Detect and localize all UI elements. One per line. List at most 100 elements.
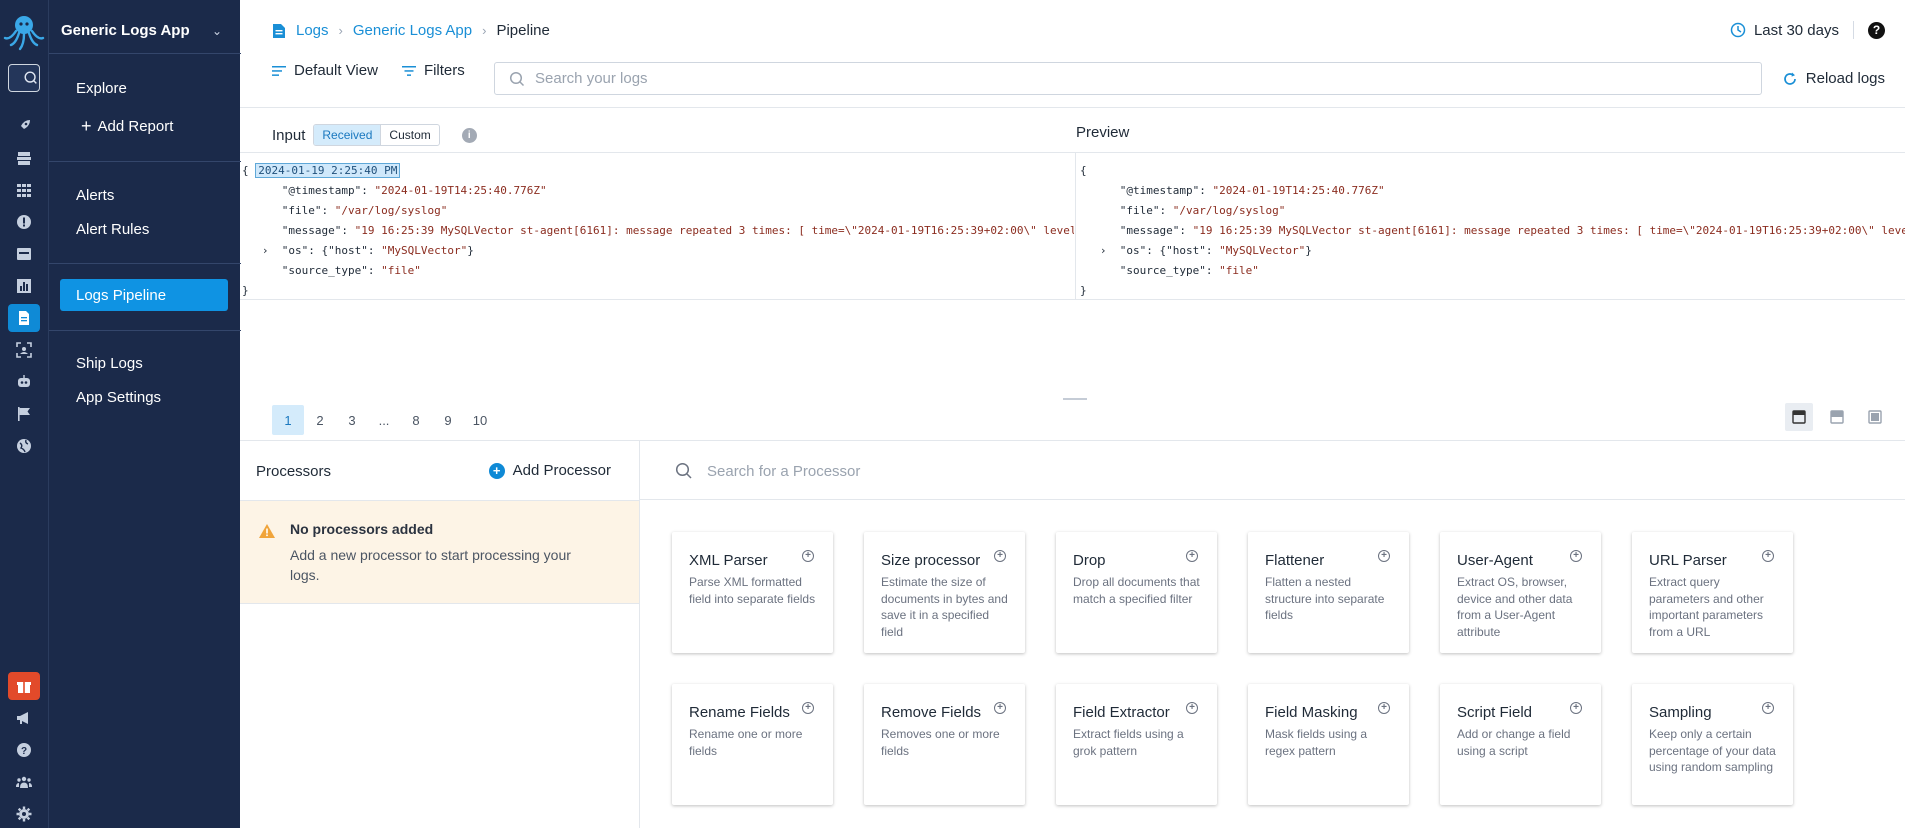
- json-value: "19 16:25:39 MySQLVector st-agent[6161]:…: [1192, 224, 1905, 237]
- breadcrumb-logs[interactable]: Logs: [296, 22, 329, 39]
- add-circle-icon[interactable]: +: [1762, 550, 1774, 562]
- robot-icon[interactable]: [8, 368, 40, 396]
- chevron-down-icon[interactable]: ⌄: [212, 24, 222, 38]
- processor-card-description: Estimate the size of documents in bytes …: [881, 575, 1008, 639]
- json-value: "/var/log/syslog": [334, 204, 448, 217]
- nav-item-ship-logs[interactable]: Ship Logs: [76, 355, 143, 372]
- page-button[interactable]: 2: [304, 405, 336, 435]
- processor-card[interactable]: Size processor Estimate the size of docum…: [864, 532, 1025, 653]
- time-range-label: Last 30 days: [1753, 21, 1839, 39]
- custom-tab[interactable]: Custom: [381, 125, 438, 145]
- add-circle-icon[interactable]: +: [994, 550, 1006, 562]
- add-circle-icon[interactable]: +: [1186, 550, 1198, 562]
- stack-icon[interactable]: [8, 144, 40, 172]
- help-icon[interactable]: ?: [8, 736, 40, 764]
- json-value: "19 16:25:39 MySQLVector st-agent[6161]:…: [354, 224, 1074, 237]
- filters-button[interactable]: Filters: [401, 62, 465, 79]
- processor-search-divider: [640, 499, 1905, 500]
- page-button[interactable]: 9: [432, 405, 464, 435]
- received-tab[interactable]: Received: [314, 125, 382, 145]
- nav-item-alerts[interactable]: Alerts: [76, 187, 114, 204]
- processor-card[interactable]: Drop Drop all documents that match a spec…: [1056, 532, 1217, 653]
- page-button[interactable]: 3: [336, 405, 368, 435]
- help-icon[interactable]: ?: [1868, 21, 1885, 39]
- page-button[interactable]: 10: [464, 405, 496, 435]
- grid-icon[interactable]: [8, 176, 40, 204]
- page-button[interactable]: 8: [400, 405, 432, 435]
- add-processor-button[interactable]: + Add Processor: [488, 462, 611, 479]
- layout-split-icon[interactable]: [1823, 403, 1851, 431]
- add-circle-icon[interactable]: +: [802, 702, 814, 714]
- app-name[interactable]: Generic Logs App: [61, 22, 190, 39]
- add-circle-icon[interactable]: +: [994, 702, 1006, 714]
- team-icon[interactable]: [8, 768, 40, 796]
- processor-card[interactable]: Field Extractor Extract fields using a gr…: [1056, 684, 1217, 805]
- add-circle-icon[interactable]: +: [1570, 550, 1582, 562]
- layout-switcher: [1785, 403, 1889, 431]
- processor-card[interactable]: Remove Fields Removes one or more fields +: [864, 684, 1025, 805]
- search-icon: [675, 462, 692, 479]
- add-circle-icon[interactable]: +: [1186, 702, 1198, 714]
- nav-divider: [49, 330, 241, 331]
- nav-item-alert-rules[interactable]: Alert Rules: [76, 221, 149, 238]
- json-value: "2024-01-19T14:25:40.776Z": [1212, 184, 1385, 197]
- input-json-viewer[interactable]: { 2024-01-19 2:25:40 PM "@timestamp": "2…: [242, 161, 1074, 301]
- reload-logs-button[interactable]: Reload logs: [1782, 70, 1885, 87]
- time-range-picker[interactable]: Last 30 days: [1730, 22, 1839, 39]
- breadcrumb-app[interactable]: Generic Logs App: [353, 22, 472, 39]
- processor-card-title: Sampling: [1649, 704, 1712, 721]
- processor-card-title: Field Extractor: [1073, 704, 1170, 721]
- json-value: {"host":: [321, 244, 382, 257]
- processor-card[interactable]: XML Parser Parse XML formatted field into…: [672, 532, 833, 653]
- processor-card[interactable]: Flattener Flatten a nested structure into…: [1248, 532, 1409, 653]
- globe-icon[interactable]: [8, 432, 40, 460]
- nav-item-explore[interactable]: Explore: [76, 80, 127, 97]
- document-icon[interactable]: [8, 304, 40, 332]
- scan-icon[interactable]: [8, 336, 40, 364]
- panel-header-divider: [240, 152, 1905, 153]
- add-circle-icon[interactable]: +: [802, 550, 814, 562]
- gift-icon[interactable]: [8, 672, 40, 700]
- layout-top-icon[interactable]: [1785, 403, 1813, 431]
- processor-card-description: Rename one or more fields: [689, 727, 803, 758]
- rocket-icon[interactable]: [8, 112, 40, 140]
- add-report-button[interactable]: + Add Report: [81, 117, 173, 135]
- flag-icon[interactable]: [8, 400, 40, 428]
- json-key: "file":: [1119, 204, 1173, 217]
- octopus-logo-icon[interactable]: [2, 10, 46, 54]
- inbox-icon[interactable]: [8, 240, 40, 268]
- empty-state-title: No processors added: [290, 521, 434, 537]
- add-circle-icon[interactable]: +: [1570, 702, 1582, 714]
- info-icon[interactable]: i: [461, 127, 477, 143]
- search-icon[interactable]: [8, 64, 40, 92]
- processor-card[interactable]: Sampling Keep only a certain percentage o…: [1632, 684, 1793, 805]
- layout-full-icon[interactable]: [1861, 403, 1889, 431]
- processor-card[interactable]: URL Parser Extract query parameters and o…: [1632, 532, 1793, 653]
- bar-chart-icon[interactable]: [8, 272, 40, 300]
- nav-item-app-settings[interactable]: App Settings: [76, 389, 161, 406]
- processor-search-input[interactable]: Search for a Processor: [675, 462, 860, 480]
- add-circle-icon[interactable]: +: [1378, 702, 1390, 714]
- expand-chevron-icon[interactable]: ›: [1100, 244, 1107, 257]
- preview-json-viewer[interactable]: { "@timestamp": "2024-01-19T14:25:40.776…: [1080, 161, 1905, 301]
- processor-card[interactable]: Field Masking Mask fields using a regex p…: [1248, 684, 1409, 805]
- gear-icon[interactable]: [8, 800, 40, 828]
- processor-card[interactable]: User-Agent Extract OS, browser, device an…: [1440, 532, 1601, 653]
- add-circle-icon[interactable]: +: [1762, 702, 1774, 714]
- alert-circle-icon[interactable]: [8, 208, 40, 236]
- default-view-button[interactable]: Default View: [272, 62, 378, 79]
- add-circle-icon[interactable]: +: [1378, 550, 1390, 562]
- json-key: "@timestamp":: [1119, 184, 1213, 197]
- resize-handle[interactable]: [1063, 398, 1087, 400]
- input-title: Input: [272, 126, 306, 144]
- nav-item-logs-pipeline[interactable]: Logs Pipeline: [60, 279, 228, 311]
- page-button[interactable]: 1: [272, 405, 304, 435]
- processor-card[interactable]: Script Field Add or change a field using …: [1440, 684, 1601, 805]
- json-brace: {: [1080, 164, 1087, 177]
- processor-card[interactable]: Rename Fields Rename one or more fields +: [672, 684, 833, 805]
- svg-text:?: ?: [21, 746, 27, 757]
- processor-card-description: Flatten a nested structure into separate…: [1265, 575, 1385, 622]
- megaphone-icon[interactable]: [8, 704, 40, 732]
- log-search-input[interactable]: Search your logs: [494, 62, 1762, 95]
- expand-chevron-icon[interactable]: ›: [262, 244, 269, 257]
